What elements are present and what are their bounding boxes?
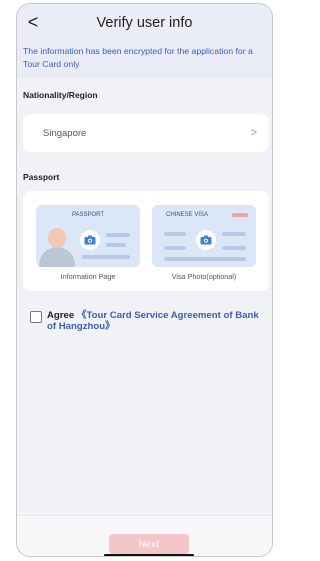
- camera-icon: [80, 230, 100, 250]
- home-indicator: [104, 554, 194, 556]
- agree-prefix: Agree: [47, 310, 75, 321]
- visa-photo-label: Visa Photo(optional): [171, 272, 237, 281]
- passport-label: Passport: [23, 172, 60, 182]
- line-illustration: [222, 232, 246, 236]
- agreement-text: Agree 《Tour Card Service Agreement of Ba…: [47, 310, 270, 332]
- line-illustration: [164, 232, 186, 236]
- agree-checkbox[interactable]: [30, 311, 42, 323]
- line-illustration: [106, 243, 126, 247]
- nationality-selector[interactable]: Singapore >: [23, 114, 269, 152]
- header-bar: < Verify user info: [17, 4, 272, 42]
- camera-icon: [196, 230, 216, 250]
- line-illustration: [164, 257, 246, 261]
- bottom-bar: Next: [17, 515, 272, 556]
- passport-caption: PASSPORT: [71, 212, 105, 218]
- chevron-right-icon: >: [250, 127, 257, 139]
- avatar-body-illustration: [39, 247, 75, 267]
- agreement-link[interactable]: 《Tour Card Service Agreement of Bank of …: [47, 310, 259, 332]
- agreement-row: Agree 《Tour Card Service Agreement of Ba…: [30, 310, 270, 332]
- phone-screen: < Verify user info The information has b…: [16, 3, 273, 557]
- passport-upload-card: PASSPORT Information Page CHINESE VISA V…: [23, 191, 269, 291]
- avatar-head-illustration: [48, 228, 66, 248]
- nationality-label: Nationality/Region: [23, 90, 98, 100]
- passport-info-upload[interactable]: PASSPORT: [36, 205, 140, 267]
- line-illustration: [106, 233, 130, 237]
- page-title: Verify user info: [96, 15, 193, 31]
- line-illustration: [164, 246, 186, 250]
- nationality-value: Singapore: [43, 127, 87, 139]
- next-button[interactable]: Next: [109, 534, 189, 554]
- back-icon[interactable]: <: [23, 11, 43, 33]
- line-illustration: [222, 246, 246, 250]
- info-page-label: Information Page: [60, 272, 116, 281]
- line-illustration: [82, 255, 130, 259]
- visa-photo-upload[interactable]: CHINESE VISA: [152, 205, 256, 267]
- encryption-notice: The information has been encrypted for t…: [17, 42, 272, 78]
- stamp-illustration: [232, 213, 248, 217]
